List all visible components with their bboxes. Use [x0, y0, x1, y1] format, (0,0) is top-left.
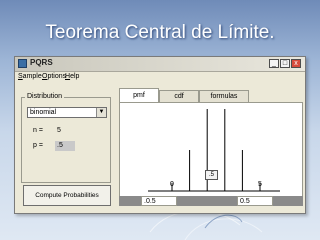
distribution-select[interactable]: binomial ▼ — [27, 107, 107, 118]
menu-bar: Sample Options Help — [15, 72, 305, 83]
pmf-plot: 0 5 .5 — [119, 102, 303, 198]
minimize-button[interactable]: _ — [269, 59, 279, 68]
chevron-down-icon[interactable]: ▼ — [96, 108, 106, 117]
menu-options-label: ptions — [47, 73, 67, 80]
slider-handle[interactable]: .5 — [205, 170, 218, 180]
x-tick-label-5: 5 — [258, 181, 262, 188]
tab-pmf[interactable]: pmf — [119, 88, 159, 102]
pmf-chart — [148, 109, 280, 192]
menu-help-label: elp — [70, 73, 80, 80]
app-icon — [18, 59, 27, 68]
close-button[interactable]: x — [291, 59, 301, 68]
window-title: PQRS — [30, 58, 53, 67]
maximize-button[interactable]: □ — [280, 59, 290, 68]
param-p-field[interactable]: .5 — [55, 141, 75, 151]
menu-help[interactable]: Help — [65, 73, 79, 80]
menu-sample[interactable]: Sample — [18, 73, 42, 80]
distribution-legend: Distribution — [25, 93, 65, 100]
param-p-label: p = — [33, 142, 43, 149]
param-n-field[interactable]: 5 — [55, 126, 75, 136]
tab-formulas[interactable]: formulas — [199, 90, 249, 102]
menu-sample-label: ample — [22, 73, 42, 80]
param-n-label: n = — [33, 127, 43, 134]
bottom-field-right[interactable]: 0.5 — [237, 196, 273, 206]
distribution-selected: binomial — [30, 109, 57, 116]
pqrs-window: PQRS _ □ x Sample Options Help Distribut… — [14, 56, 306, 214]
slide-title: Teorema Central de Límite. — [45, 22, 275, 43]
bottom-field-left[interactable]: .0.5 — [141, 196, 177, 206]
x-tick-label-0: 0 — [170, 181, 174, 188]
menu-options[interactable]: Options — [42, 73, 66, 80]
tab-cdf[interactable]: cdf — [159, 90, 199, 102]
compute-probabilities-button[interactable]: Compute Probabilities — [23, 185, 111, 206]
title-bar[interactable]: PQRS _ □ x — [15, 57, 305, 72]
